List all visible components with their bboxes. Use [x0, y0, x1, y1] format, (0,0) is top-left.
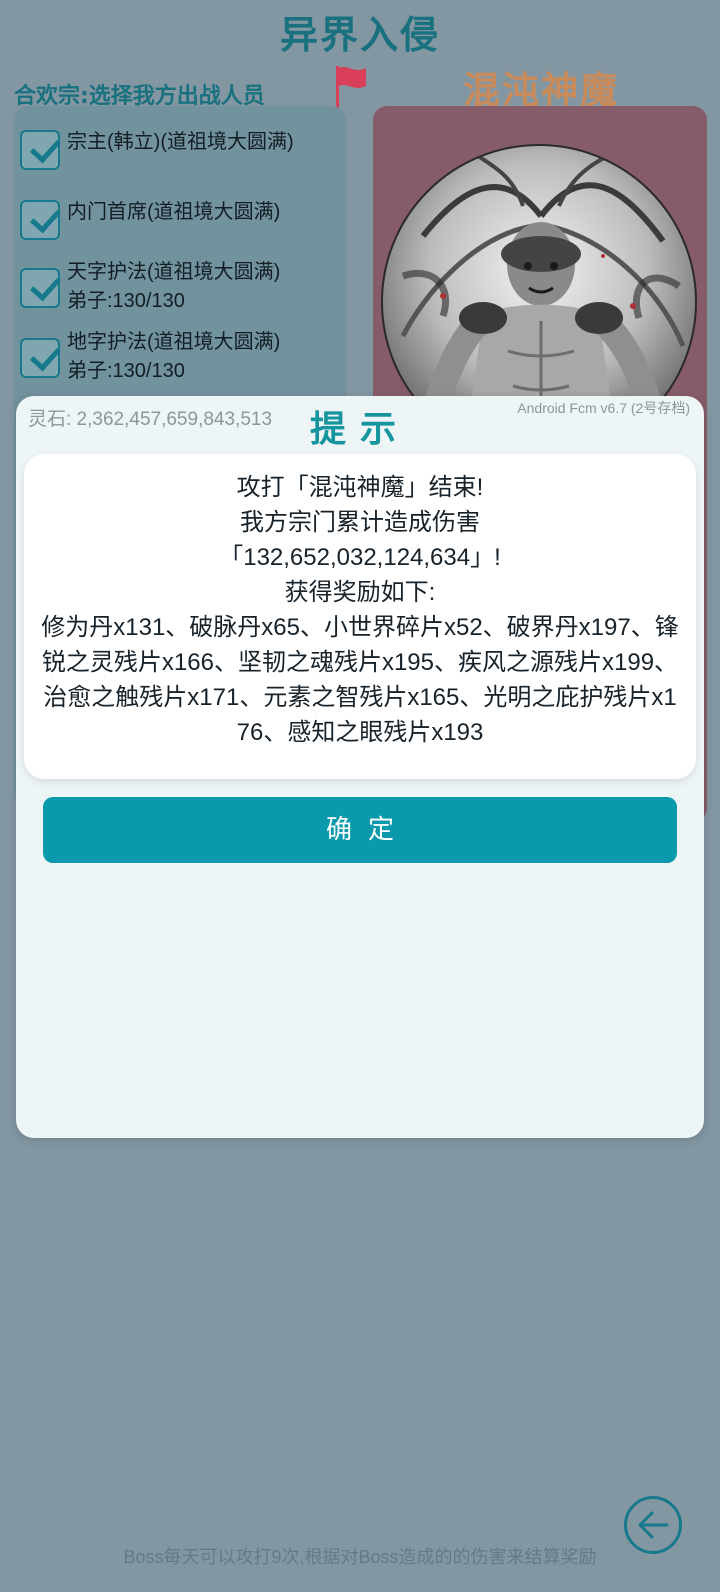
message-line: 攻打「混沌神魔」结束!	[236, 474, 484, 501]
member-item[interactable]: 天字护法(道祖境大圆满) 弟子:130/130	[20, 258, 340, 318]
confirm-button[interactable]: 确定	[43, 797, 677, 863]
reward-list: 修为丹x131、破脉丹x65、小世界碎片x52、破界丹x197、锋锐之灵残片x1…	[41, 614, 679, 746]
checkbox-checked-icon[interactable]	[20, 268, 60, 308]
footer-note: Boss每天可以攻打9次,根据对Boss造成的的伤害来结算奖励	[123, 1547, 597, 1567]
checkbox-checked-icon[interactable]	[20, 338, 60, 378]
message-box: 攻打「混沌神魔」结束! 我方宗门累计造成伤害 「132,652,032,124,…	[24, 454, 696, 779]
checkbox-checked-icon[interactable]	[20, 130, 60, 170]
damage-value: 「132,652,032,124,634」!	[219, 544, 501, 571]
flag-icon	[336, 66, 366, 108]
message-line: 我方宗门累计造成伤害	[240, 509, 480, 536]
member-disciples: 弟子:130/130	[67, 360, 185, 382]
page-title: 异界入侵	[279, 13, 440, 57]
member-label: 地字护法(道祖境大圆满)	[67, 331, 281, 353]
member-item[interactable]: 地字护法(道祖境大圆满) 弟子:130/130	[20, 328, 340, 388]
result-dialog: 灵石: 2,362,457,659,843,513 Android Fcm v6…	[16, 396, 704, 1138]
member-label: 天字护法(道祖境大圆满)	[67, 261, 281, 283]
dialog-title: 提示	[309, 409, 410, 450]
message-line: 获得奖励如下:	[284, 579, 436, 606]
member-disciples: 弟子:130/130	[67, 290, 185, 312]
member-label: 内门首席(道祖境大圆满)	[67, 201, 281, 223]
member-label: 宗主(韩立)(道祖境大圆满)	[67, 131, 294, 153]
checkbox-checked-icon[interactable]	[20, 200, 60, 240]
member-item[interactable]: 内门首席(道祖境大圆满)	[20, 198, 340, 258]
member-item[interactable]: 宗主(韩立)(道祖境大圆满)	[20, 128, 340, 188]
